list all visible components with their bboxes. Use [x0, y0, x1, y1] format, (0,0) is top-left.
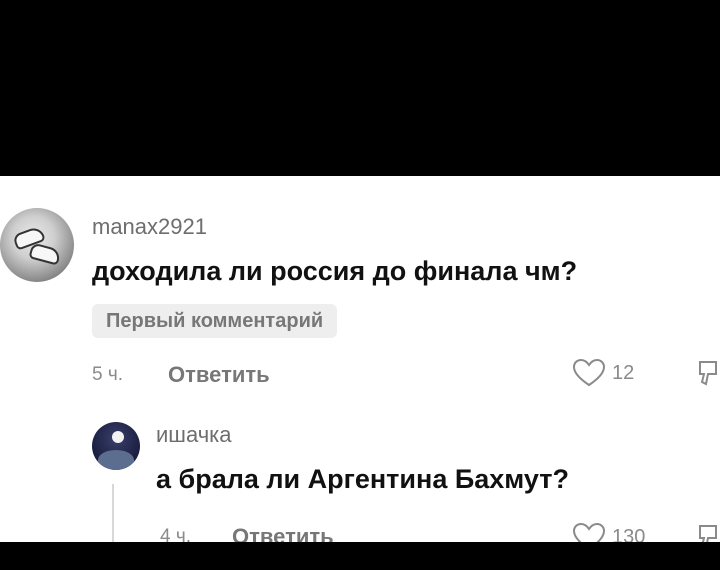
reply-button[interactable]: Ответить — [168, 362, 270, 388]
thread-line — [112, 484, 114, 542]
user-avatar[interactable] — [0, 208, 74, 282]
like-button[interactable]: 12 — [572, 358, 634, 388]
dislike-icon[interactable] — [696, 522, 720, 542]
reply-user-avatar[interactable] — [92, 422, 140, 470]
comment-time: 5 ч. — [92, 364, 124, 385]
reply-reply-button[interactable]: Ответить — [232, 524, 334, 542]
comment-username[interactable]: manax2921 — [92, 214, 207, 240]
first-comment-badge: Первый комментарий — [92, 304, 338, 338]
like-count: 130 — [612, 525, 646, 543]
comment-panel: manax2921 доходила ли россия до финала ч… — [0, 176, 720, 542]
reply-username[interactable]: ишачка — [156, 422, 232, 448]
reply-like-button[interactable]: 130 — [572, 522, 645, 542]
reply-time: 4 ч. — [160, 526, 192, 542]
dislike-icon[interactable] — [696, 358, 720, 386]
like-count: 12 — [612, 361, 635, 384]
reply-text: а брала ли Аргентина Бахмут? — [156, 464, 569, 494]
comment-text: доходила ли россия до финала чм? — [92, 256, 578, 286]
heart-outline-icon — [572, 522, 606, 542]
heart-outline-icon — [572, 358, 606, 388]
